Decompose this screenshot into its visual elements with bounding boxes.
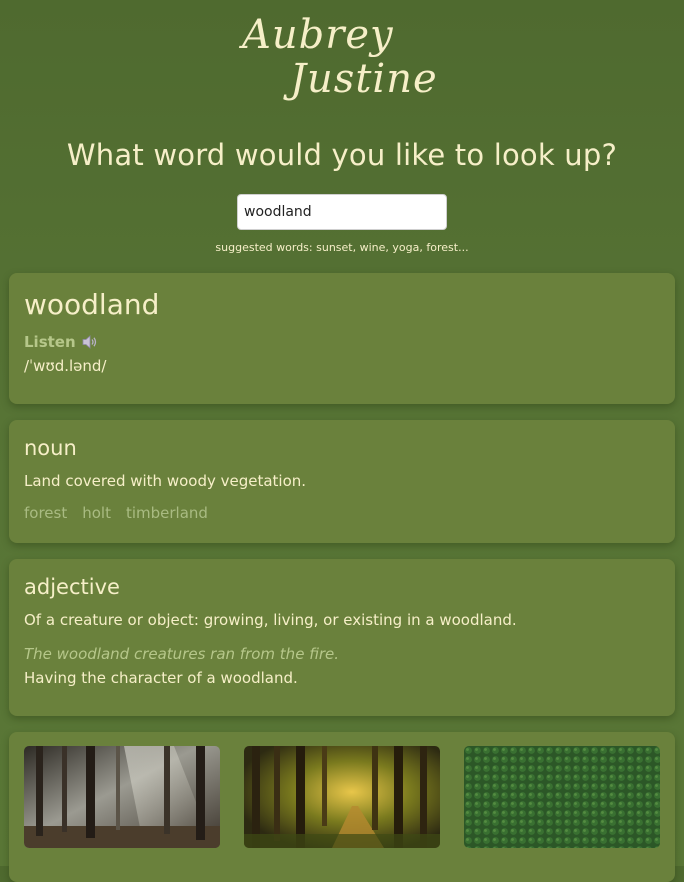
- suggested-word[interactable]: forest...: [426, 241, 468, 254]
- synonym-list: forest holt timberland: [24, 504, 660, 522]
- images-card: [9, 732, 675, 882]
- misty-forest-photo[interactable]: [24, 746, 220, 848]
- page-title: What word would you like to look up?: [66, 138, 618, 172]
- part-of-speech: adjective: [24, 575, 120, 599]
- search-input[interactable]: [237, 194, 447, 230]
- listen-control[interactable]: Listen: [24, 333, 660, 351]
- meaning-card-noun: noun Land covered with woody vegetation.…: [9, 420, 675, 543]
- word-title: woodland: [24, 288, 160, 321]
- synonym-link[interactable]: forest: [24, 504, 67, 522]
- suggested-word[interactable]: wine: [360, 241, 386, 254]
- suggested-prefix: suggested words:: [215, 241, 313, 254]
- synonym-link[interactable]: holt: [82, 504, 111, 522]
- suggested-words: suggested words: sunset, wine, yoga, for…: [215, 241, 469, 254]
- meaning-card-adjective: adjective Of a creature or object: growi…: [9, 559, 675, 716]
- part-of-speech: noun: [24, 436, 77, 460]
- example-sentence: The woodland creatures ran from the fire…: [24, 645, 340, 663]
- logo: Aubrey Justine: [238, 6, 448, 106]
- synonym-link[interactable]: timberland: [126, 504, 208, 522]
- sunlit-forest-path-photo[interactable]: [244, 746, 440, 848]
- definition: Of a creature or object: growing, living…: [24, 611, 517, 629]
- phonetic: /ˈwʊd.lənd/: [24, 357, 107, 375]
- speaker-icon[interactable]: [82, 335, 98, 349]
- word-card: woodland Listen /ˈwʊd.lənd/: [9, 273, 675, 404]
- suggested-word[interactable]: yoga: [392, 241, 419, 254]
- suggested-word[interactable]: sunset: [316, 241, 353, 254]
- aerial-conifer-forest-photo[interactable]: [464, 746, 660, 848]
- definition: Land covered with woody vegetation.: [24, 472, 307, 490]
- logo-line2: Justine: [283, 56, 438, 102]
- logo-line1: Aubrey: [238, 12, 394, 58]
- definition: Having the character of a woodland.: [24, 669, 298, 687]
- listen-label[interactable]: Listen: [24, 333, 76, 351]
